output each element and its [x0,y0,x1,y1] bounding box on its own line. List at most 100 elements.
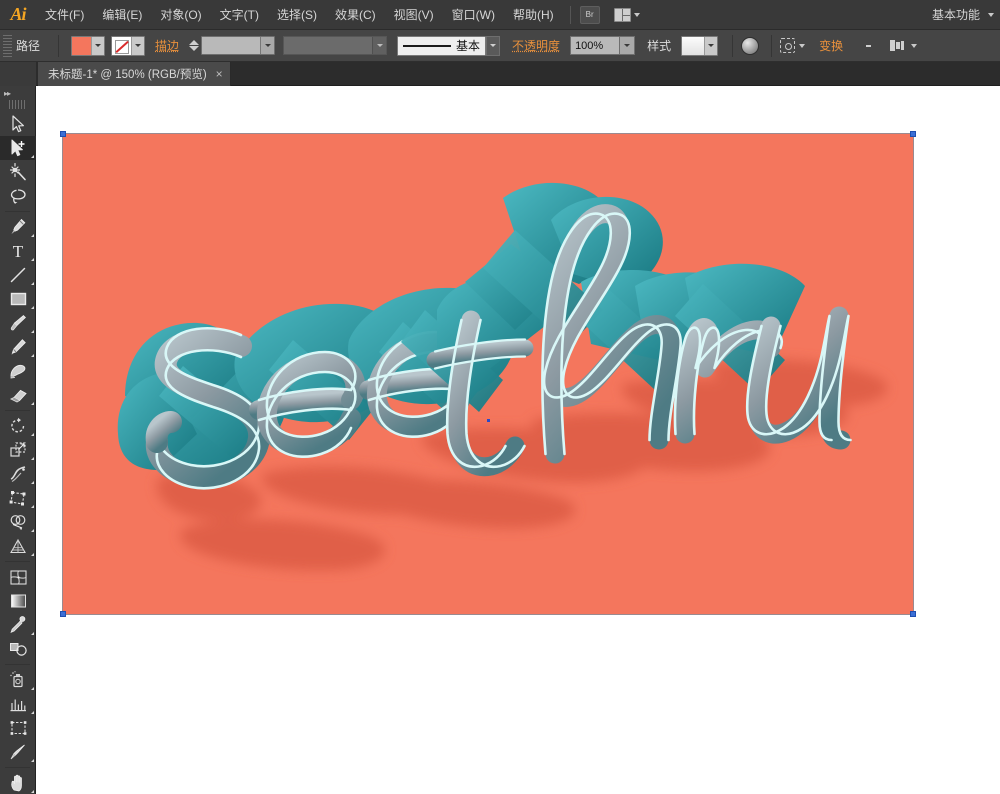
control-bar-grip[interactable] [3,34,12,57]
menu-edit[interactable]: 编辑(E) [93,0,151,30]
transform-label[interactable]: 变换 [819,37,843,54]
column-graph-tool[interactable] [0,692,36,716]
tool-flyout-indicator[interactable] [31,457,34,460]
tool-flyout-indicator[interactable] [31,433,34,436]
stroke-color-control[interactable] [111,35,146,56]
opacity-label[interactable]: 不透明度 [512,37,560,54]
fill-swatch[interactable] [72,36,92,55]
menu-view[interactable]: 视图(V) [385,0,443,30]
menu-file[interactable]: 文件(F) [36,0,93,30]
tools-panel-grip[interactable] [9,100,26,109]
document-tab[interactable]: 未标题-1* @ 150% (RGB/预览) × [38,62,231,86]
scale-tool[interactable] [0,438,36,462]
select-similar-button[interactable] [780,38,806,53]
pencil-tool[interactable] [0,335,36,359]
tool-flyout-indicator[interactable] [31,505,34,508]
opacity-input[interactable]: 100% [570,36,621,55]
hand-tool[interactable] [0,771,36,794]
selection-handle-top-right[interactable] [910,131,916,137]
selection-handle-bottom-left[interactable] [60,611,66,617]
perspective-grid-tool[interactable] [0,534,36,558]
brush-definition-dropdown[interactable] [486,35,501,56]
stroke-weight-stepper[interactable] [189,40,200,51]
menu-type[interactable]: 文字(T) [211,0,268,30]
graphic-style-dropdown[interactable] [704,36,718,55]
artwork-see-thru[interactable] [63,134,913,614]
stroke-weight-dropdown[interactable] [260,37,275,54]
selection-handle-top-left[interactable] [60,131,66,137]
shape-builder-tool[interactable] [0,510,36,534]
arrange-documents-button[interactable] [613,7,640,22]
no-stroke-icon[interactable] [112,36,132,55]
tool-flyout-indicator[interactable] [31,711,34,714]
tool-flyout-indicator[interactable] [31,402,34,405]
tool-flyout-indicator[interactable] [31,306,34,309]
paintbrush-tool[interactable] [0,311,36,335]
tool-flyout-indicator[interactable] [31,234,34,237]
tool-flyout-indicator[interactable] [31,282,34,285]
gradient-tool[interactable] [0,589,36,613]
slice-tool[interactable] [0,740,36,764]
tool-flyout-indicator[interactable] [31,529,34,532]
selection-tool[interactable] [0,112,36,136]
pen-tool[interactable] [0,215,36,239]
workspace-label: 基本功能 [931,8,980,22]
menu-effect[interactable]: 效果(C) [326,0,385,30]
control-bar: 路径 描边 基本 不透明度 100% 样式 变换 [0,30,1000,62]
workspace-switcher[interactable]: 基本功能 [932,6,1000,23]
fill-color-control[interactable] [71,35,106,56]
variable-width-dropdown[interactable] [372,37,387,54]
tool-flyout-indicator[interactable] [31,553,34,556]
symbol-sprayer-tool[interactable] [0,668,36,692]
mesh-tool[interactable] [0,565,36,589]
bridge-icon[interactable]: Br [579,5,600,24]
graphic-style-control[interactable] [681,35,719,56]
stroke-weight-field[interactable] [201,36,276,55]
blend-tool[interactable] [0,637,36,661]
tool-flyout-indicator[interactable] [31,481,34,484]
opacity-dropdown[interactable] [620,36,636,55]
menu-select[interactable]: 选择(S) [268,0,326,30]
brush-definition-control[interactable]: 基本 [397,35,487,56]
eraser-tool[interactable] [0,383,36,407]
eyedropper-tool[interactable] [0,613,36,637]
tool-divider [5,664,30,665]
align-icon[interactable] [861,39,876,53]
width-tool[interactable] [0,462,36,486]
menu-window[interactable]: 窗口(W) [443,0,504,30]
document-setup-button[interactable] [890,39,918,53]
direct-selection-tool[interactable] [0,136,36,160]
free-transform-tool[interactable] [0,486,36,510]
selection-handle-bottom-right[interactable] [910,611,916,617]
artboard[interactable] [60,131,916,617]
svg-text:T: T [13,242,24,260]
graphic-style-swatch[interactable] [682,36,705,55]
tool-flyout-indicator[interactable] [31,258,34,261]
stroke-label[interactable]: 描边 [155,37,179,54]
lasso-tool[interactable] [0,184,36,208]
magic-wand-tool[interactable] [0,160,36,184]
type-tool[interactable]: T [0,239,36,263]
tool-flyout-indicator[interactable] [31,354,34,357]
tool-flyout-indicator[interactable] [31,155,34,158]
recolor-artwork-icon[interactable] [741,36,760,55]
stroke-dropdown-arrow[interactable] [131,36,145,55]
tool-flyout-indicator[interactable] [31,790,34,793]
document-canvas[interactable] [36,86,1000,794]
line-segment-tool[interactable] [0,263,36,287]
rectangle-tool[interactable] [0,287,36,311]
variable-width-profile-field[interactable] [283,36,388,55]
fill-dropdown-arrow[interactable] [91,36,105,55]
menu-help[interactable]: 帮助(H) [504,0,563,30]
menu-object[interactable]: 对象(O) [151,0,210,30]
path-anchor-point[interactable] [487,419,490,422]
tool-flyout-indicator[interactable] [31,632,34,635]
blob-brush-tool[interactable] [0,359,36,383]
tool-flyout-indicator[interactable] [31,759,34,762]
artboard-tool[interactable] [0,716,36,740]
rotate-tool[interactable] [0,414,36,438]
tool-flyout-indicator[interactable] [31,687,34,690]
tools-panel-expand[interactable]: ▸▸ [0,86,35,100]
close-icon[interactable]: × [216,68,223,80]
tool-flyout-indicator[interactable] [31,330,34,333]
